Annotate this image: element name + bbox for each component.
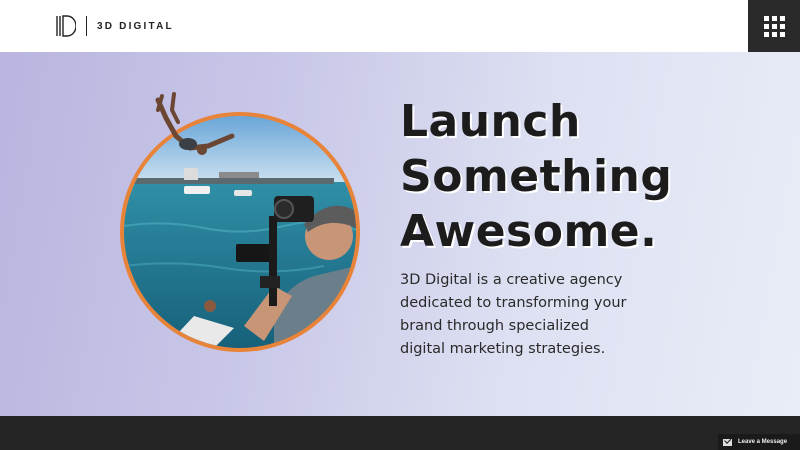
diver-figure	[150, 92, 240, 182]
description-line: brand through specialized	[400, 318, 589, 334]
hero-headline: Launch Something Awesome.	[400, 94, 672, 259]
brand-name: 3D DIGITAL	[97, 20, 174, 32]
footer-bar	[0, 416, 800, 450]
headline-line: Something	[400, 151, 673, 202]
site-header: 3D DIGITAL	[0, 0, 800, 52]
logo-divider	[86, 16, 87, 36]
description-line: digital marketing strategies.	[400, 341, 606, 357]
logo[interactable]: 3D DIGITAL	[56, 14, 174, 38]
description-line: dedicated to transforming your	[400, 295, 627, 311]
grid-menu-icon	[763, 15, 769, 21]
headline-line: Launch	[400, 96, 581, 147]
leave-message-button[interactable]: Leave a Message	[718, 434, 800, 450]
leave-message-label: Leave a Message	[738, 439, 788, 445]
hero-section: Launch Something Awesome. 3D Digital is …	[0, 52, 800, 416]
grid-menu-button[interactable]	[748, 0, 800, 52]
hero-description: 3D Digital is a creative agency dedicate…	[400, 269, 660, 361]
mail-icon	[723, 438, 732, 446]
headline-line: Awesome.	[400, 206, 658, 257]
logo-icon	[56, 15, 77, 37]
description-line: 3D Digital is a creative agency	[400, 272, 623, 288]
